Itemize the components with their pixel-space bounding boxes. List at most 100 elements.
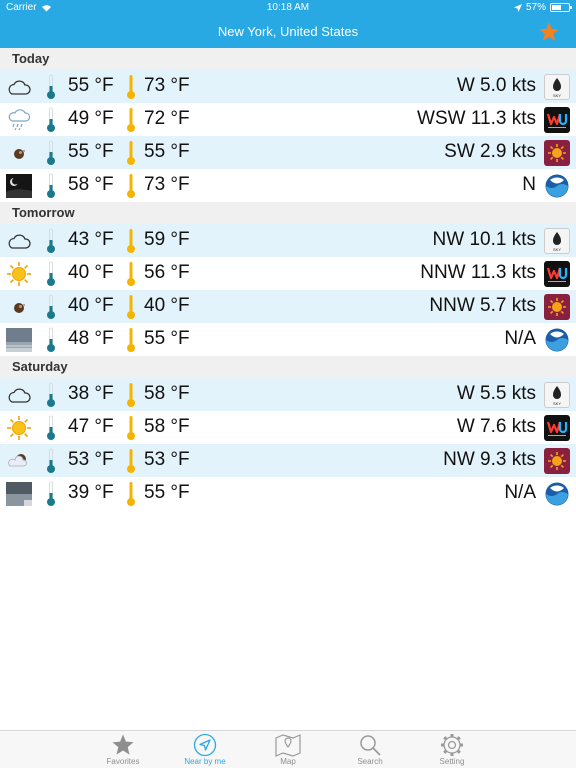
openweather-logo-icon[interactable] <box>544 294 570 320</box>
thermometer-high-icon <box>126 294 136 320</box>
low-temperature: 48 °F <box>68 328 114 349</box>
high-temperature: 73 °F <box>144 174 190 195</box>
tab-label: Search <box>357 757 383 766</box>
tab-label: Setting <box>439 757 465 766</box>
tab-near-by-me[interactable]: Near by me <box>170 733 240 766</box>
status-bar: Carrier 10:18 AM 57% <box>0 0 576 16</box>
forecast-row[interactable]: 53 °F 53 °F NW 9.3 kts <box>0 444 576 477</box>
high-temperature: 55 °F <box>144 482 190 503</box>
thermometer-high-icon <box>126 261 136 287</box>
tab-label: Map <box>280 757 296 766</box>
thermometer-low-icon <box>46 107 56 133</box>
high-temperature: 59 °F <box>144 229 190 250</box>
night-icon <box>6 141 32 165</box>
location-icon <box>170 733 240 757</box>
location-arrow-icon <box>513 3 522 12</box>
low-temperature: 38 °F <box>68 383 114 404</box>
wind-speed: SW 2.9 kts <box>444 141 536 162</box>
forecast-row[interactable]: 48 °F 55 °F N/A <box>0 323 576 356</box>
forecast-row[interactable]: 40 °F 56 °F NNW 11.3 kts <box>0 257 576 290</box>
forecast-row[interactable]: 49 °F 72 °F WSW 11.3 kts <box>0 103 576 136</box>
darksky-logo-icon[interactable]: SKY <box>544 382 570 408</box>
low-temperature: 40 °F <box>68 295 114 316</box>
thermometer-high-icon <box>126 74 136 100</box>
tab-setting[interactable]: Setting <box>417 733 487 766</box>
thermometer-high-icon <box>126 382 136 408</box>
tab-map[interactable]: Map <box>253 733 323 766</box>
favorite-star-icon[interactable] <box>538 21 560 43</box>
wind-speed: W 7.6 kts <box>456 416 536 437</box>
navigation-bar: New York, United States <box>0 16 576 48</box>
thermometer-low-icon <box>46 140 56 166</box>
map-icon <box>253 733 323 757</box>
noaa-logo-icon[interactable] <box>544 173 570 199</box>
high-temperature: 55 °F <box>144 141 190 162</box>
forecast-row[interactable]: 55 °F 73 °F W 5.0 kts SKY <box>0 70 576 103</box>
darksky-logo-icon[interactable]: SKY <box>544 74 570 100</box>
section-header: Tomorrow <box>0 202 576 224</box>
forecast-row[interactable]: 47 °F 58 °F W 7.6 kts <box>0 411 576 444</box>
section-header: Today <box>0 48 576 70</box>
thermometer-low-icon <box>46 228 56 254</box>
svg-text:SKY: SKY <box>553 401 561 406</box>
high-temperature: 53 °F <box>144 449 190 470</box>
high-temperature: 40 °F <box>144 295 190 316</box>
cloudy-icon <box>6 229 32 253</box>
forecast-list[interactable]: Today 55 °F 73 °F W 5.0 kts SKY 49 °F 72 °F WSW… <box>0 48 576 510</box>
low-temperature: 53 °F <box>68 449 114 470</box>
high-temperature: 56 °F <box>144 262 190 283</box>
thermometer-low-icon <box>46 74 56 100</box>
wind-speed: NNW 5.7 kts <box>429 295 536 316</box>
partly-cloudy-icon <box>6 449 32 473</box>
low-temperature: 58 °F <box>68 174 114 195</box>
cloud-photo-icon <box>6 328 32 352</box>
high-temperature: 58 °F <box>144 383 190 404</box>
wind-speed: N <box>522 174 536 195</box>
svg-text:SKY: SKY <box>553 247 561 252</box>
cloudy-icon <box>6 75 32 99</box>
tab-bar: Favorites Near by me Map Search Setting <box>0 730 576 768</box>
openweather-logo-icon[interactable] <box>544 448 570 474</box>
tab-search[interactable]: Search <box>335 733 405 766</box>
noaa-logo-icon[interactable] <box>544 481 570 507</box>
wunderground-logo-icon[interactable] <box>544 107 570 133</box>
wunderground-logo-icon[interactable] <box>544 261 570 287</box>
thermometer-high-icon <box>126 228 136 254</box>
rain-icon <box>6 108 32 132</box>
noaa-logo-icon[interactable] <box>544 327 570 353</box>
forecast-row[interactable]: 38 °F 58 °F W 5.5 kts SKY <box>0 378 576 411</box>
high-temperature: 72 °F <box>144 108 190 129</box>
overcast-photo-icon <box>6 482 32 506</box>
gear-icon <box>417 733 487 757</box>
thermometer-low-icon <box>46 294 56 320</box>
thermometer-high-icon <box>126 173 136 199</box>
thermometer-low-icon <box>46 382 56 408</box>
tab-label: Favorites <box>106 757 140 766</box>
thermometer-high-icon <box>126 327 136 353</box>
wind-speed: W 5.5 kts <box>456 383 536 404</box>
wind-speed: NNW 11.3 kts <box>420 262 536 283</box>
forecast-row[interactable]: 40 °F 40 °F NNW 5.7 kts <box>0 290 576 323</box>
low-temperature: 43 °F <box>68 229 114 250</box>
tab-label: Near by me <box>184 757 226 766</box>
forecast-row[interactable]: 55 °F 55 °F SW 2.9 kts <box>0 136 576 169</box>
thermometer-high-icon <box>126 415 136 441</box>
low-temperature: 49 °F <box>68 108 114 129</box>
low-temperature: 55 °F <box>68 75 114 96</box>
openweather-logo-icon[interactable] <box>544 140 570 166</box>
forecast-row[interactable]: 39 °F 55 °F N/A <box>0 477 576 510</box>
wind-speed: W 5.0 kts <box>456 75 536 96</box>
forecast-row[interactable]: 58 °F 73 °F N <box>0 169 576 202</box>
battery-percent: 57% <box>525 2 546 13</box>
wind-speed: NW 10.1 kts <box>432 229 536 250</box>
high-temperature: 73 °F <box>144 75 190 96</box>
tab-favorites[interactable]: Favorites <box>88 733 158 766</box>
wunderground-logo-icon[interactable] <box>544 415 570 441</box>
darksky-logo-icon[interactable]: SKY <box>544 228 570 254</box>
forecast-row[interactable]: 43 °F 59 °F NW 10.1 kts SKY <box>0 224 576 257</box>
thermometer-low-icon <box>46 261 56 287</box>
high-temperature: 58 °F <box>144 416 190 437</box>
svg-text:SKY: SKY <box>553 93 561 98</box>
night-icon <box>6 295 32 319</box>
sunny-icon <box>6 416 32 440</box>
